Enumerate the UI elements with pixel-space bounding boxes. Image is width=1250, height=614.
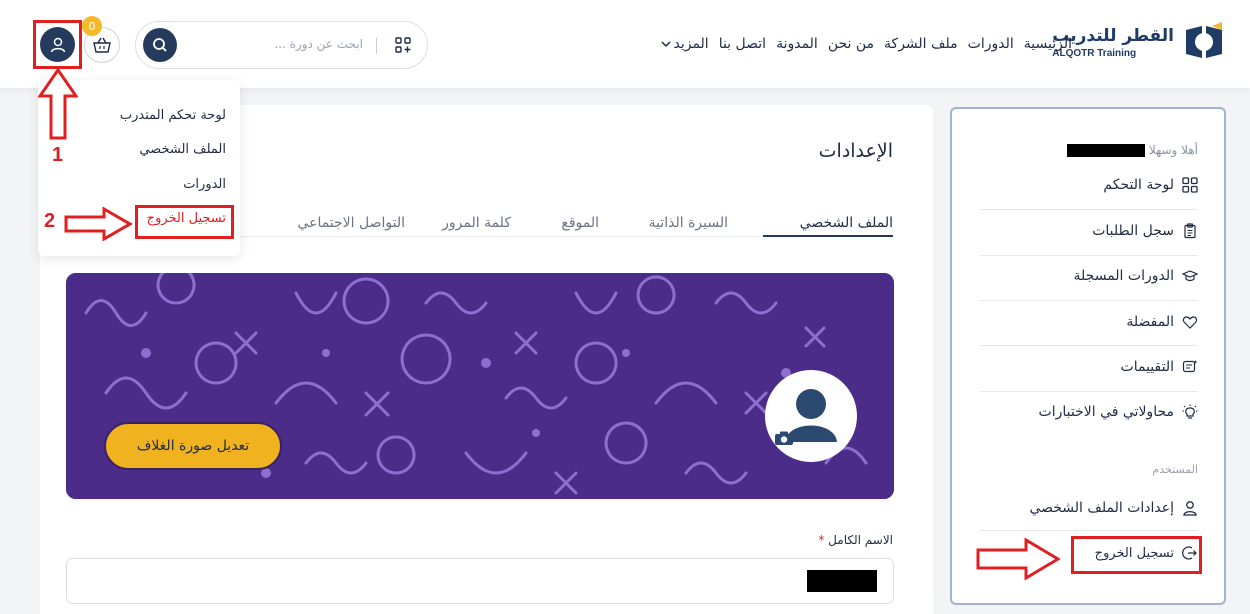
page-title: الإعدادات <box>818 140 893 162</box>
nav-item-more-label: المزيد <box>673 36 709 52</box>
greeting: أهلا وسهلا <box>1066 143 1198 157</box>
full-name-input[interactable] <box>66 558 894 604</box>
categories-grid-icon[interactable] <box>395 37 411 53</box>
dashboard-grid-icon <box>1182 177 1198 193</box>
sidebar-item-dashboard[interactable]: لوحة التحكم <box>1103 177 1198 193</box>
nav-item-contact[interactable]: اتصل بنا <box>719 36 766 52</box>
sidebar-divider <box>980 391 1198 392</box>
sidebar-divider <box>980 530 1198 531</box>
sidebar-divider <box>980 345 1198 346</box>
graduation-cap-icon <box>1182 270 1198 282</box>
sidebar-item-label: لوحة التحكم <box>1103 177 1174 193</box>
search-divider <box>376 38 377 54</box>
default-avatar-icon <box>785 389 837 442</box>
sidebar-item-label: الدورات المسجلة <box>1073 268 1174 284</box>
sidebar-item-label: سجل الطلبات <box>1092 223 1174 239</box>
redacted-username <box>1066 143 1145 157</box>
sidebar-item-quiz-attempts[interactable]: محاولاتي في الاختبارات <box>1039 404 1198 420</box>
full-name-label: الاسم الكامل * <box>818 533 893 547</box>
user-icon <box>1183 501 1197 516</box>
sidebar-item-favorites[interactable]: المفضلة <box>1126 314 1198 330</box>
avatar[interactable] <box>765 370 857 462</box>
tab-cv[interactable]: السيرة الذاتية <box>649 215 728 231</box>
edit-cover-button[interactable]: تعديل صورة الغلاف <box>104 422 282 470</box>
sidebar-divider <box>980 255 1198 256</box>
nav-item-blog[interactable]: المدونة <box>776 36 818 52</box>
search-bar: ابحث عن دورة ... <box>135 21 428 69</box>
nav-item-more[interactable]: المزيد <box>661 36 709 52</box>
required-mark: * <box>818 533 825 547</box>
annotation-box-sidebar-logout <box>1071 536 1202 574</box>
heart-icon <box>1182 316 1198 329</box>
brand-logo[interactable]: القطر للتدريب ALQOTR Training <box>1052 20 1226 64</box>
nav-item-home[interactable]: الرئيسية <box>1024 36 1072 52</box>
site-header: القطر للتدريب ALQOTR Training الرئيسية ا… <box>0 0 1250 88</box>
tab-password[interactable]: كلمة المرور <box>442 215 511 231</box>
dropdown-item-courses[interactable]: الدورات <box>183 177 226 192</box>
annotation-box-dropdown-logout <box>135 205 234 239</box>
sidebar-section-user: المستخدم <box>1152 463 1198 476</box>
sidebar-item-reviews[interactable]: التقييمات <box>1121 359 1198 375</box>
annotation-arrow-right-icon <box>976 538 1060 580</box>
sidebar-item-enrolled-courses[interactable]: الدورات المسجلة <box>1074 268 1198 284</box>
clipboard-icon <box>1184 223 1196 239</box>
sidebar-item-label: إعدادات الملف الشخصي <box>1029 500 1174 516</box>
main-nav: الرئيسية الدورات ملف الشركة من نحن المدو… <box>661 36 1072 52</box>
tab-social[interactable]: التواصل الاجتماعي <box>297 215 405 231</box>
greeting-text: أهلا وسهلا <box>1148 143 1198 157</box>
sidebar-item-label: المفضلة <box>1126 314 1174 330</box>
account-sidebar: أهلا وسهلا لوحة التحكم سجل الطلبات الدور… <box>950 107 1226 605</box>
sidebar-item-profile-settings[interactable]: إعدادات الملف الشخصي <box>1029 500 1198 516</box>
annotation-arrow-up-icon <box>38 68 78 140</box>
nav-item-courses[interactable]: الدورات <box>968 36 1014 52</box>
cover-image: تعديل صورة الغلاف <box>66 273 894 499</box>
annotation-arrow-right-icon <box>64 207 132 241</box>
cart-count-badge: 0 <box>82 16 102 36</box>
search-input[interactable]: ابحث عن دورة ... <box>274 37 363 51</box>
tab-location[interactable]: الموقع <box>561 215 599 231</box>
sidebar-item-label: محاولاتي في الاختبارات <box>1038 404 1174 420</box>
nav-item-about[interactable]: من نحن <box>828 36 874 52</box>
sidebar-divider <box>980 209 1198 210</box>
redacted-value <box>807 570 877 592</box>
search-button[interactable] <box>143 28 177 62</box>
search-icon <box>153 38 167 52</box>
dropdown-item-trainee-dashboard[interactable]: لوحة تحكم المتدرب <box>120 108 226 123</box>
lightbulb-icon <box>1182 404 1198 419</box>
chevron-down-icon <box>661 41 671 48</box>
full-name-label-text: الاسم الكامل <box>828 533 893 547</box>
annotation-step-2: 2 <box>44 210 56 232</box>
review-icon <box>1182 360 1198 373</box>
active-tab-indicator <box>763 235 893 237</box>
camera-icon[interactable] <box>774 430 794 446</box>
sidebar-item-label: التقييمات <box>1120 359 1174 375</box>
basket-icon <box>93 37 111 53</box>
annotation-step-1: 1 <box>52 144 64 166</box>
annotation-box-user <box>33 20 82 69</box>
sidebar-divider <box>980 300 1198 301</box>
tab-profile[interactable]: الملف الشخصي <box>800 215 893 231</box>
sidebar-item-orders[interactable]: سجل الطلبات <box>1092 223 1198 239</box>
nav-item-company-profile[interactable]: ملف الشركة <box>884 36 958 52</box>
dropdown-item-profile[interactable]: الملف الشخصي <box>139 142 226 157</box>
logo-mark-icon <box>1182 20 1226 64</box>
